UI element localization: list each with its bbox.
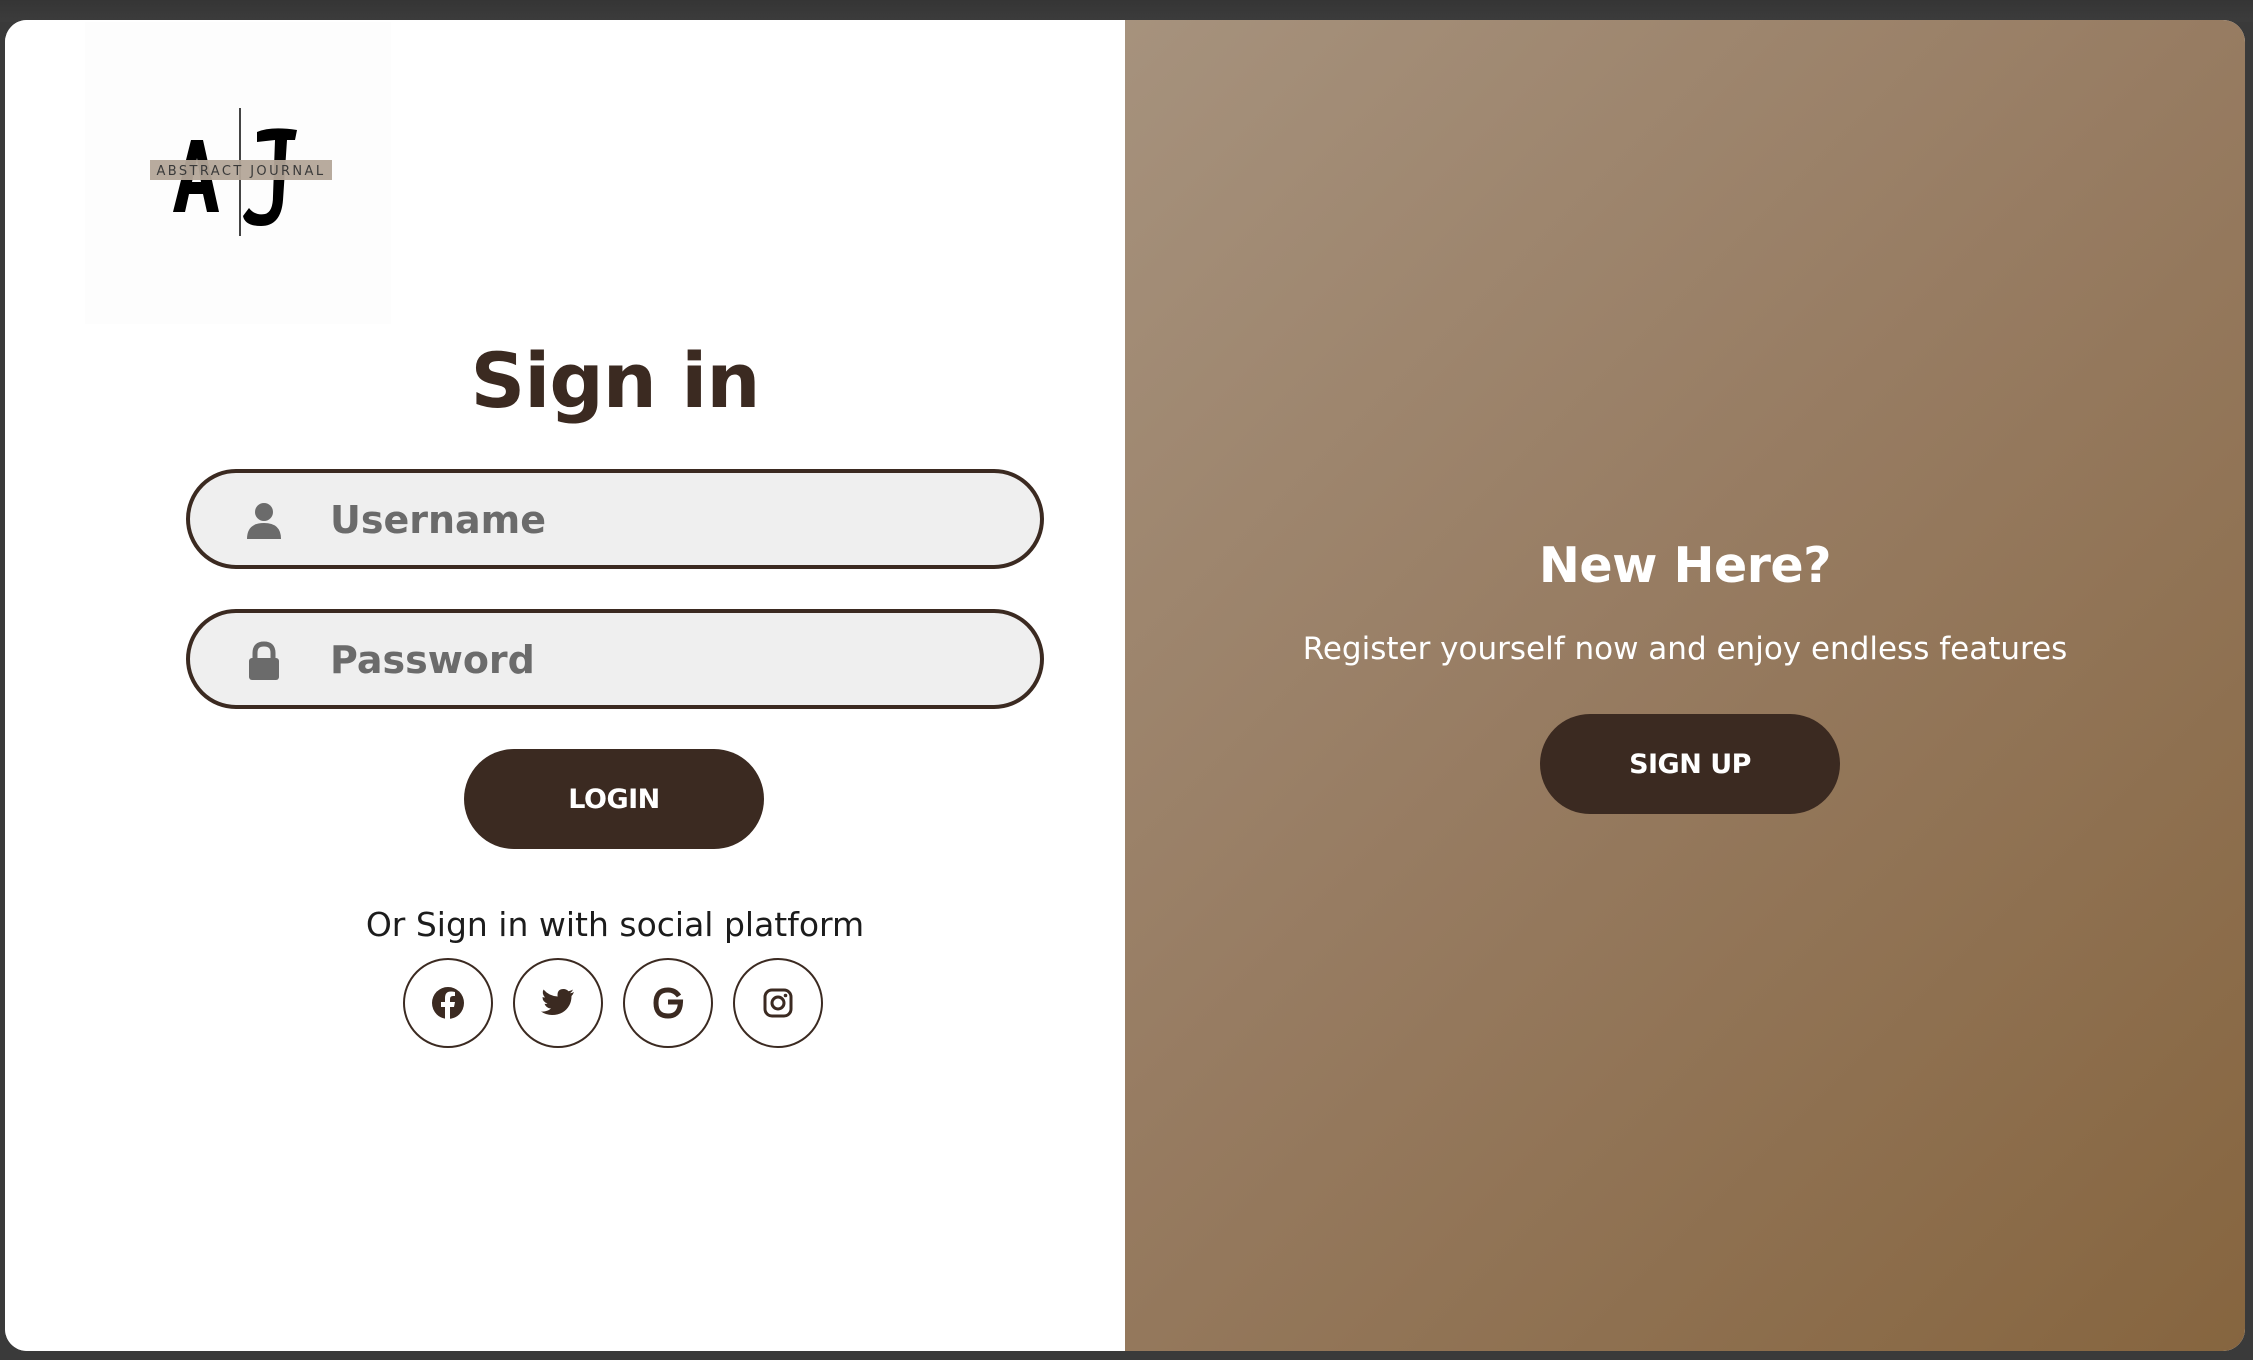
logo-brand-text: ABSTRACT JOURNAL bbox=[157, 164, 326, 179]
app-window: ABSTRACT JOURNAL Sign in LOGIN Or Sign i… bbox=[5, 20, 2245, 1351]
brand-logo[interactable]: ABSTRACT JOURNAL bbox=[85, 22, 391, 324]
login-button[interactable]: LOGIN bbox=[464, 749, 764, 849]
signup-button[interactable]: SIGN UP bbox=[1540, 714, 1840, 814]
twitter-button[interactable] bbox=[513, 958, 603, 1048]
instagram-icon bbox=[763, 988, 793, 1018]
logo-graphic: ABSTRACT JOURNAL bbox=[150, 108, 332, 236]
signup-subtext: Register yourself now and enjoy endless … bbox=[1302, 631, 2068, 667]
signup-panel: New Here? Register yourself now and enjo… bbox=[1125, 20, 2245, 1351]
lock-icon bbox=[249, 641, 279, 680]
page-title: Sign in bbox=[470, 336, 761, 425]
google-icon bbox=[653, 987, 684, 1019]
username-input[interactable] bbox=[330, 489, 1020, 551]
google-button[interactable] bbox=[623, 958, 713, 1048]
facebook-icon bbox=[432, 987, 464, 1020]
facebook-button[interactable] bbox=[403, 958, 493, 1048]
instagram-button[interactable] bbox=[733, 958, 823, 1048]
window-top-strip bbox=[0, 0, 2253, 22]
social-signin-text: Or Sign in with social platform bbox=[365, 905, 865, 944]
twitter-icon bbox=[541, 989, 574, 1015]
username-field[interactable] bbox=[186, 469, 1044, 569]
user-icon bbox=[247, 503, 281, 539]
social-buttons bbox=[403, 958, 833, 1048]
password-field[interactable] bbox=[186, 609, 1044, 709]
signin-panel: ABSTRACT JOURNAL Sign in LOGIN Or Sign i… bbox=[5, 20, 1125, 1351]
signup-heading: New Here? bbox=[1538, 537, 1832, 594]
password-input[interactable] bbox=[330, 629, 1020, 691]
